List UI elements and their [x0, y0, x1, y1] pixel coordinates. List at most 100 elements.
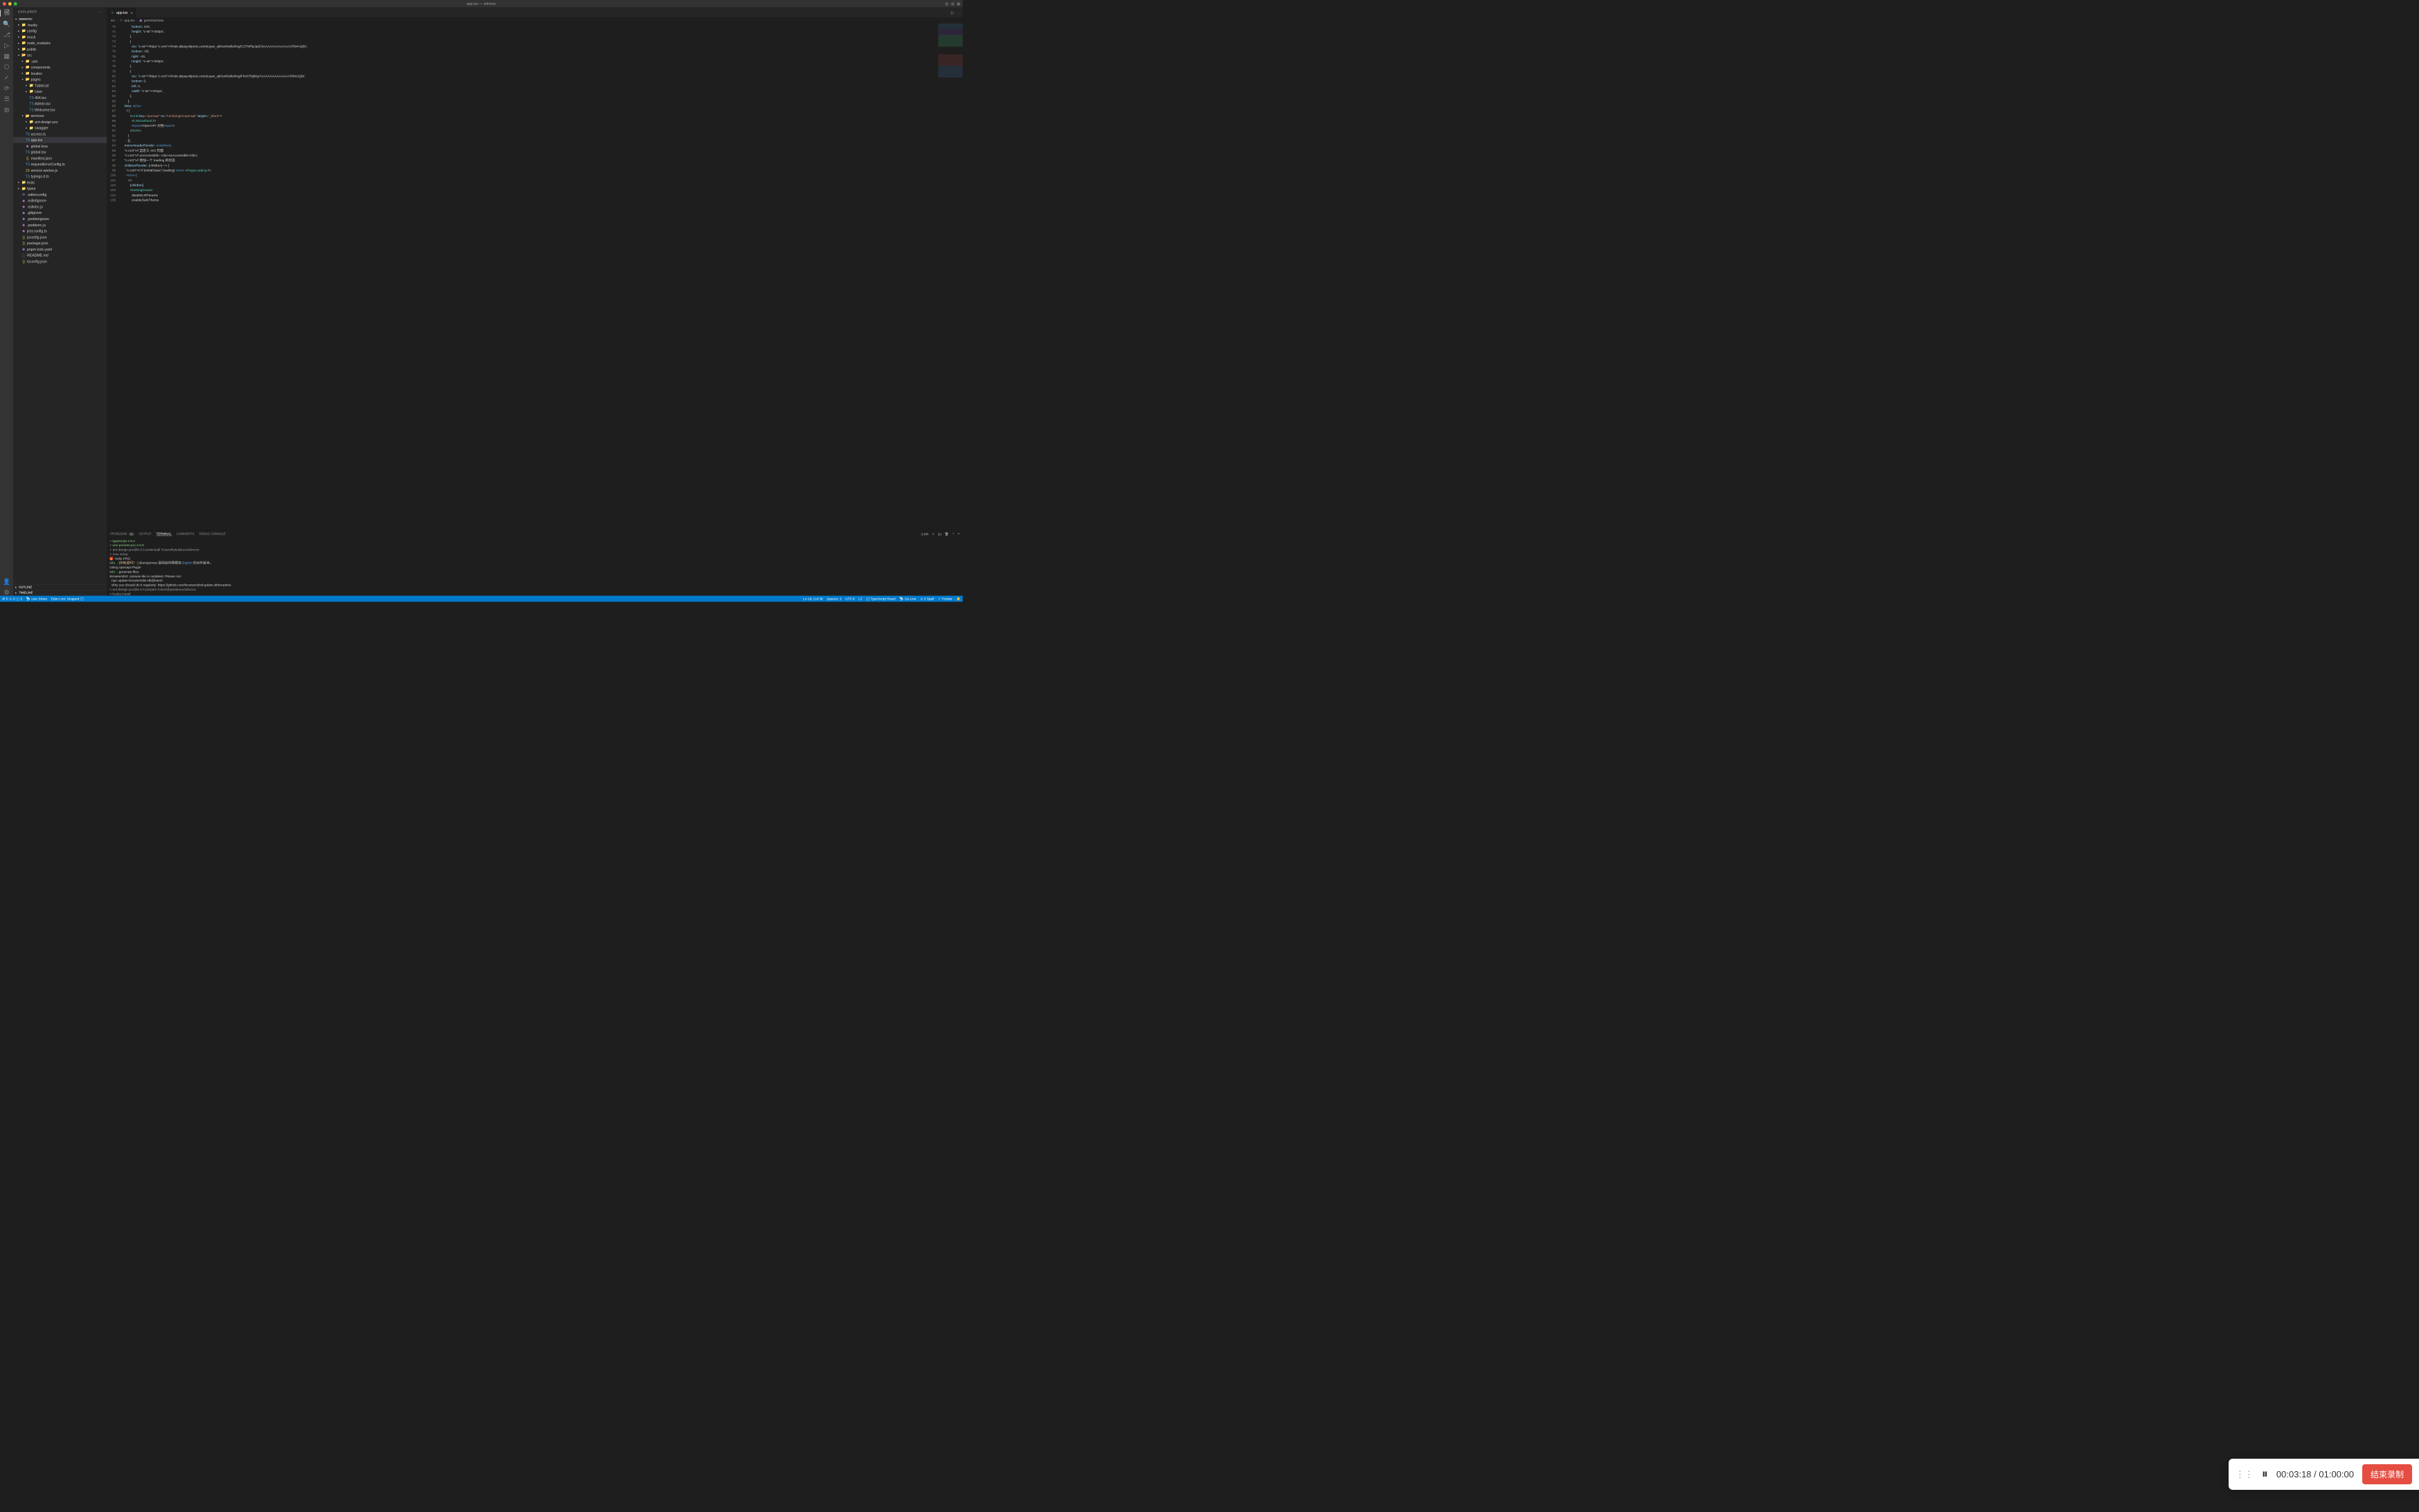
terminal-output[interactable]: + typescript 4.9.4+ umi-presets-pro 2.0.…: [107, 538, 962, 595]
file-tree-item[interactable]: ▸📁components: [13, 64, 107, 71]
sidebar-project[interactable]: ▾SDMOOC: [13, 17, 107, 21]
file-tree-item[interactable]: ◆.prettierignore: [13, 216, 107, 222]
file-tree-item[interactable]: ▸📁swagger: [13, 125, 107, 131]
minimize-icon[interactable]: [8, 2, 12, 6]
breadcrumb-symbol[interactable]: getInitialState: [144, 19, 164, 23]
timeline-icon[interactable]: ⟳: [3, 85, 10, 92]
drag-handle-icon[interactable]: ⋮⋮: [2236, 1469, 2254, 1480]
file-tree-item[interactable]: ◆.eslintrc.js: [13, 204, 107, 210]
panel-tab-comments[interactable]: COMMENTS: [177, 532, 195, 536]
code-editor[interactable]: 7071727374757677787980818283848586878889…: [107, 24, 962, 530]
status-errors[interactable]: ⊘ 0 ⚠ 0 ⓘ 5: [2, 596, 22, 601]
status-ln-col[interactable]: Ln 19, Col 38: [803, 597, 822, 601]
file-tree-item[interactable]: JSservice-worker.js: [13, 168, 107, 174]
layout-left-icon[interactable]: ▥: [945, 2, 948, 6]
minimap[interactable]: [938, 24, 963, 530]
file-tree-item[interactable]: ▾📂src: [13, 52, 107, 58]
file-tree-item[interactable]: TSAdmin.tsx: [13, 100, 107, 107]
status-bell-icon[interactable]: 🔔: [956, 597, 960, 601]
terminal-kind-icon[interactable]: ▯ zsh: [921, 532, 928, 536]
tab-app-tsx[interactable]: ⚛ app.tsx ×: [107, 8, 136, 17]
breadcrumb-file[interactable]: app.tsx: [124, 19, 134, 23]
file-tree-item[interactable]: {}package.json: [13, 240, 107, 246]
file-tree-item[interactable]: ▸📁User: [13, 89, 107, 95]
debug-icon[interactable]: ▷: [3, 42, 10, 49]
file-tree-item[interactable]: ▸📁ant-design-pro: [13, 119, 107, 125]
file-tree-item[interactable]: {}jsconfig.json: [13, 234, 107, 240]
file-tree-item[interactable]: ▸📁tests: [13, 179, 107, 186]
file-tree-item[interactable]: TS404.tsx: [13, 95, 107, 101]
close-icon[interactable]: [3, 2, 6, 6]
settings-icon[interactable]: ⚙: [3, 589, 10, 596]
file-tree-item[interactable]: ▸📁mock: [13, 34, 107, 40]
remote-icon[interactable]: ⬡: [3, 64, 10, 71]
file-tree-item[interactable]: ⚙.editorconfig: [13, 192, 107, 198]
status-prettier[interactable]: ✓ Prettier: [938, 597, 953, 601]
file-tree-item[interactable]: ▸📁locales: [13, 70, 107, 76]
file-tree-item[interactable]: ▸📁TableList: [13, 82, 107, 89]
pause-icon[interactable]: ⏸: [2262, 1467, 2268, 1482]
account-icon[interactable]: 👤: [3, 578, 10, 585]
status-go-live[interactable]: 📡 Go Live: [899, 597, 916, 601]
file-tree-item[interactable]: {}tsconfig.json: [13, 258, 107, 264]
file-tree-item[interactable]: ▸📁types: [13, 186, 107, 192]
file-tree-item[interactable]: TSrequestErrorConfig.ts: [13, 161, 107, 168]
status-live-share[interactable]: 📡 Live Share: [26, 597, 47, 601]
file-tree-item[interactable]: ◆.eslintignore: [13, 197, 107, 204]
new-terminal-icon[interactable]: ＋: [932, 532, 935, 536]
close-panel-icon[interactable]: ×: [957, 532, 960, 536]
trash-icon[interactable]: 🗑: [944, 532, 948, 536]
breadcrumbs[interactable]: src › ⚛ app.tsx › ◉ getInitialState: [107, 17, 962, 24]
file-tree-item[interactable]: TSaccess.ts: [13, 131, 107, 137]
file-tree-item[interactable]: ▸📁.umi: [13, 58, 107, 64]
status-eden-lint[interactable]: Eden Lint: Stopped ▢: [51, 597, 84, 601]
file-tree-item[interactable]: ◆pnpm-lock.yaml: [13, 246, 107, 252]
activity-ext1-icon[interactable]: ☰: [3, 96, 10, 103]
file-tree-item[interactable]: ▸📁.husky: [13, 21, 107, 28]
file-tree-item[interactable]: ◆.gitignore: [13, 210, 107, 216]
status-encoding[interactable]: UTF-8: [845, 597, 855, 601]
panel-tab-terminal[interactable]: TERMINAL: [156, 532, 172, 536]
activity-ext2-icon[interactable]: ⊞: [3, 107, 10, 114]
file-tree-item[interactable]: TSglobal.tsx: [13, 149, 107, 155]
status-language[interactable]: { } TypeScript React: [866, 597, 895, 601]
file-tree-item[interactable]: ▸📁public: [13, 46, 107, 52]
source-control-icon[interactable]: ⎇: [3, 31, 10, 38]
panel-tab-output[interactable]: OUTPUT: [138, 532, 151, 536]
split-terminal-icon[interactable]: ▯▯: [938, 532, 942, 536]
file-tree-item[interactable]: ▾📂services: [13, 113, 107, 119]
fullscreen-icon[interactable]: [14, 2, 17, 6]
status-spell[interactable]: ⚠ 5 Spell: [920, 597, 934, 601]
sidebar-timeline[interactable]: ▸TIMELINE: [13, 590, 107, 595]
file-tree-item[interactable]: ▸📁node_modules: [13, 40, 107, 46]
explorer-icon[interactable]: 🗎: [0, 10, 13, 17]
file-tree-item[interactable]: ⓘREADME.md: [13, 252, 107, 258]
file-tree-item[interactable]: ▾📂pages: [13, 76, 107, 82]
file-tree-item[interactable]: ▸📁config: [13, 28, 107, 34]
layout-bottom-icon[interactable]: ▤: [951, 2, 955, 6]
panel-tab-problems[interactable]: PROBLEMS 5: [110, 532, 134, 536]
stop-recording-button[interactable]: 结束录制: [2362, 1464, 2412, 1484]
testing-icon[interactable]: ✓: [3, 74, 10, 81]
status-spaces[interactable]: Spaces: 2: [827, 597, 841, 601]
file-tree-item[interactable]: TStypings.d.ts: [13, 173, 107, 179]
sidebar-more-icon[interactable]: ⋯: [98, 10, 102, 14]
extensions-icon[interactable]: ▦: [3, 53, 10, 60]
status-eol[interactable]: LF: [858, 597, 863, 601]
close-icon[interactable]: ×: [131, 10, 133, 15]
panel-tab-debug-console[interactable]: DEBUG CONSOLE: [199, 532, 226, 536]
file-tree-item[interactable]: ◆.prettierrc.js: [13, 222, 107, 228]
split-editor-icon[interactable]: ▯▯: [951, 10, 954, 15]
more-icon[interactable]: ⋯: [957, 10, 960, 15]
file-tree-item[interactable]: TSapp.tsx: [13, 137, 107, 143]
layout-right-icon[interactable]: ▣: [957, 2, 960, 6]
file-tree-item[interactable]: ◆jest.config.ts: [13, 228, 107, 234]
file-tree-item[interactable]: TSWelcome.tsx: [13, 107, 107, 113]
sidebar-outline[interactable]: ▸OUTLINE: [13, 584, 107, 590]
file-tree-item[interactable]: {}manifest.json: [13, 155, 107, 161]
recording-toolbar[interactable]: ⋮⋮ ⏸ 00:03:18 / 01:00:00 结束录制: [2229, 1459, 2419, 1490]
file-tree-item[interactable]: ◆global.less: [13, 143, 107, 150]
chevron-up-icon[interactable]: ⌃: [952, 532, 955, 536]
search-icon[interactable]: 🔍: [3, 21, 10, 28]
breadcrumb-src[interactable]: src: [111, 19, 115, 23]
